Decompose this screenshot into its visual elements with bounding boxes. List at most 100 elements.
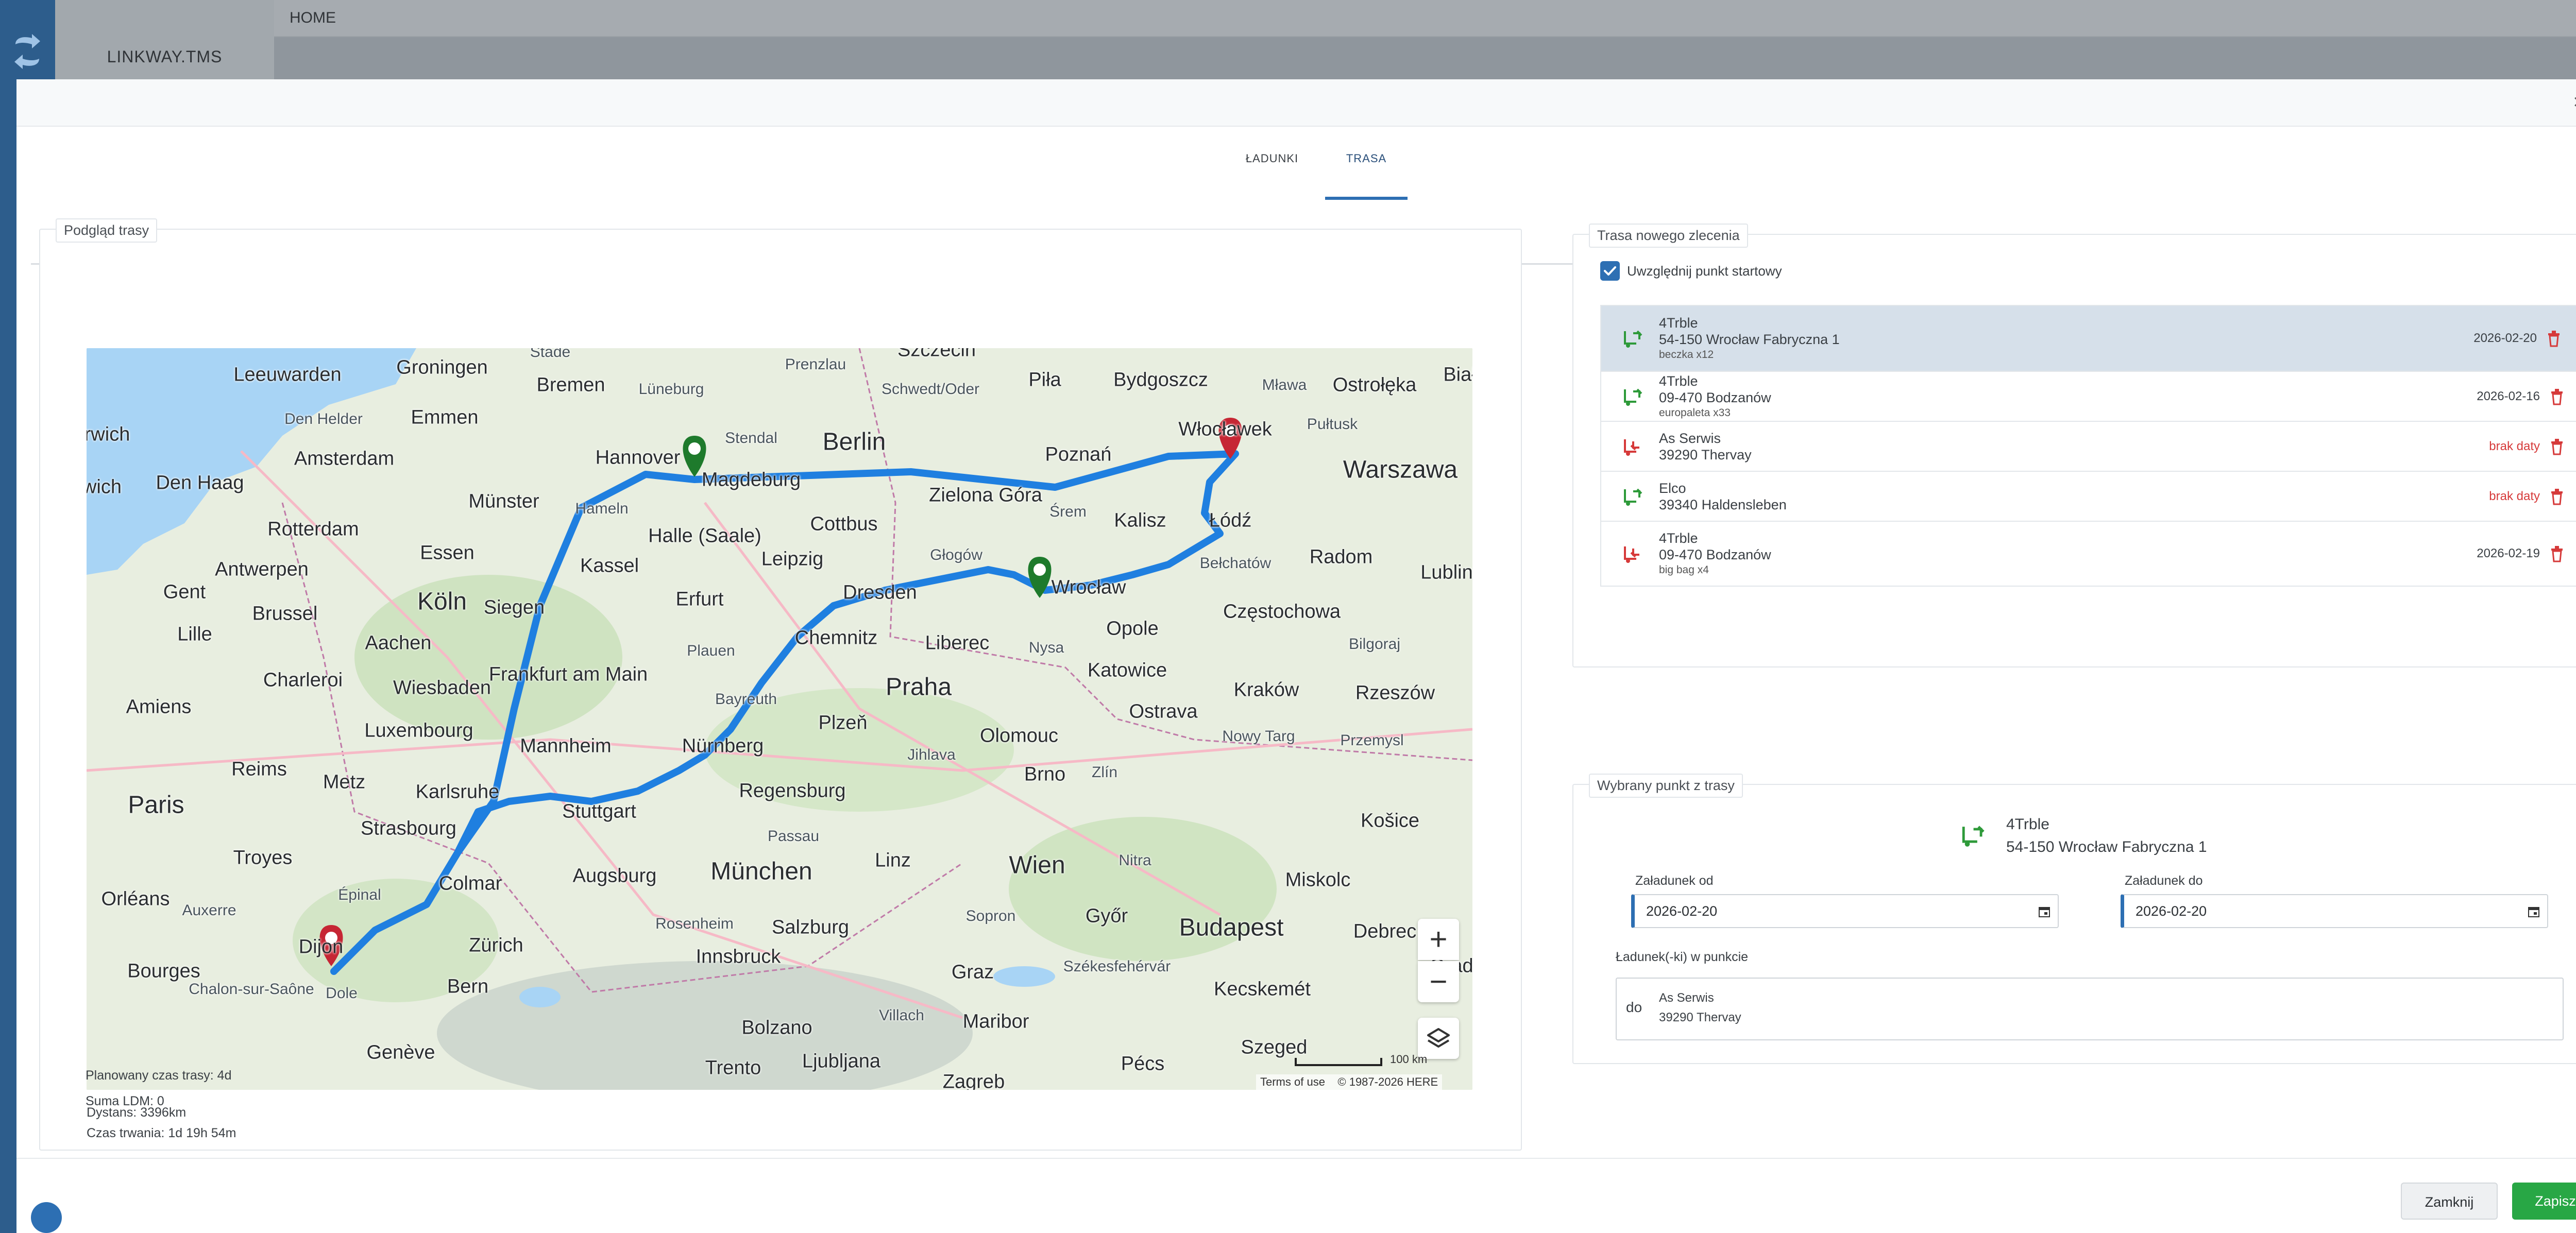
loading-to-input[interactable]: 2026-02-20 xyxy=(2121,894,2548,928)
map-city-label: Ostrava xyxy=(1129,700,1198,723)
unloading-truck-icon xyxy=(1624,546,1639,563)
route-point-cargo: beczka x12 xyxy=(1659,349,1714,361)
checkmark-icon xyxy=(1604,266,1616,276)
map-city-label: Bydgoszcz xyxy=(1113,369,1208,391)
map-city-label: Troyes xyxy=(233,847,293,869)
route-point-name: 4Trble xyxy=(1659,530,1698,546)
trash-icon[interactable] xyxy=(2549,545,2565,562)
map-city-label: Villach xyxy=(879,1007,924,1024)
map-city-label: Opole xyxy=(1106,618,1159,640)
loading-to-label: Załadunek do xyxy=(2125,874,2203,888)
route-points-list: 4Trble 54-150 Wrocław Fabryczna 1 beczka… xyxy=(1600,305,2576,587)
loading-from-input[interactable]: 2026-02-20 xyxy=(1631,894,2059,928)
map-city-label: Przemysl xyxy=(1340,732,1404,749)
loading-truck-icon xyxy=(1624,330,1642,348)
cargo-in-point-box[interactable]: do As Serwis 39290 Thervay xyxy=(1616,978,2564,1040)
map-city-label: Genève xyxy=(366,1041,435,1064)
map-city-label: Łódź xyxy=(1209,509,1252,532)
map-city-label: Radom xyxy=(1309,546,1373,568)
route-point-cargo: europaleta x33 xyxy=(1659,406,1731,419)
map-city-label: Antwerpen xyxy=(215,558,309,580)
calendar-icon[interactable] xyxy=(2528,905,2540,918)
route-point-address: 09-470 Bodzanów xyxy=(1659,547,1771,562)
map-city-label: Trento xyxy=(705,1057,761,1079)
cargo-destination-name: As Serwis xyxy=(1659,991,1714,1005)
map-city-label: Olomouc xyxy=(979,725,1059,747)
zoom-out-button[interactable]: − xyxy=(1418,961,1459,1002)
route-point-date: 2026-02-20 xyxy=(2473,331,2537,345)
settings-gear-icon[interactable] xyxy=(31,1202,62,1233)
map-city-label: Ljubljana xyxy=(802,1050,881,1072)
map-city-label: Lille xyxy=(177,623,212,645)
zoom-in-button[interactable]: + xyxy=(1418,919,1459,960)
map-city-label: Włocławek xyxy=(1178,418,1272,440)
map-city-label: Nitra xyxy=(1118,852,1151,869)
route-map[interactable]: Leeuwarden Groningen Bremen Lüneburg Sta… xyxy=(87,348,1472,1090)
include-start-row[interactable]: Uwzględnij punkt startowy xyxy=(1600,261,1782,281)
tab-trasa[interactable]: TRASA xyxy=(1325,148,1408,200)
map-city-label: Pułtusk xyxy=(1307,416,1358,433)
map-city-label: Dresden xyxy=(843,581,917,604)
cargo-destination-address: 39290 Thervay xyxy=(1659,1011,1741,1024)
loading-to-value: 2026-02-20 xyxy=(2136,903,2207,919)
route-point-item[interactable]: 4Trble 09-470 Bodzanów europaleta x33 20… xyxy=(1601,372,2576,422)
map-city-label: Poznań xyxy=(1045,443,1112,466)
close-icon[interactable]: × xyxy=(2568,91,2576,113)
map-city-label: Dijon xyxy=(298,936,344,958)
include-start-checkbox[interactable] xyxy=(1600,261,1620,281)
lake xyxy=(519,987,561,1007)
trash-icon[interactable] xyxy=(2546,330,2562,347)
close-button[interactable]: Zamknij xyxy=(2401,1183,2498,1220)
route-point-address: 39340 Haldensleben xyxy=(1659,496,1787,512)
map-city-label: Zlín xyxy=(1091,764,1118,781)
save-button[interactable]: Zapisz xyxy=(2512,1183,2576,1220)
map-city-label: Amiens xyxy=(126,696,192,718)
map-city-label: Leipzig xyxy=(761,548,824,570)
route-point-item[interactable]: 4Trble 54-150 Wrocław Fabryczna 1 beczka… xyxy=(1601,306,2576,372)
breadcrumb-home[interactable]: HOME xyxy=(290,9,336,27)
route-point-item[interactable]: Elco 39340 Haldensleben brak daty xyxy=(1601,472,2576,522)
route-preview-legend: Podgląd trasy xyxy=(56,218,158,243)
terms-of-use-link[interactable]: Terms of use xyxy=(1260,1075,1325,1088)
ldm-sum-stat: Suma LDM: 0 xyxy=(86,1094,164,1108)
map-city-label: Leeuwarden xyxy=(233,364,342,386)
map-city-label: Frankfurt am Main xyxy=(488,663,648,686)
map-city-label: Bayreuth xyxy=(715,691,777,708)
map-city-label: Regensburg xyxy=(739,780,846,802)
route-point-address: 09-470 Bodzanów xyxy=(1659,389,1771,405)
map-city-label: Warszawa xyxy=(1343,456,1458,484)
tab-ladunki[interactable]: ŁADUNKI xyxy=(1239,148,1306,200)
calendar-icon[interactable] xyxy=(2038,905,2050,918)
new-order-route-panel: Trasa nowego zlecenia Uwzględnij punkt s… xyxy=(1572,224,2576,667)
lake xyxy=(993,966,1055,987)
map-city-label: Plauen xyxy=(687,642,735,659)
map-city-label: Praha xyxy=(885,673,952,701)
map-city-label: Bilgoraj xyxy=(1348,636,1401,653)
route-point-item[interactable]: As Serwis 39290 Thervay brak daty xyxy=(1601,422,2576,472)
map-city-label: Lüneburg xyxy=(638,381,704,398)
map-city-label: Groningen xyxy=(396,356,488,379)
include-start-label: Uwzględnij punkt startowy xyxy=(1627,263,1782,279)
route-preview-panel: Podgląd trasy Leeuwarden Groningen Breme… xyxy=(39,218,1522,1151)
loading-from-value: 2026-02-20 xyxy=(1646,903,1718,919)
map-city-label: Zielona Góra xyxy=(929,484,1042,506)
map-city-label: Bern xyxy=(447,975,489,998)
loading-truck-icon xyxy=(1962,826,1985,847)
route-modal: × ŁADUNKI TRASA Podgląd trasy xyxy=(16,79,2576,1233)
trash-icon[interactable] xyxy=(2549,388,2565,405)
map-city-label: Lublin xyxy=(1420,561,1472,584)
route-point-item[interactable]: 4Trble 09-470 Bodzanów big bag x4 2026-0… xyxy=(1601,522,2576,586)
route-point-text: 4Trble 09-470 Bodzanów europaleta x33 xyxy=(1659,373,1771,420)
map-city-label: Maribor xyxy=(962,1011,1029,1033)
route-point-name: 4Trble xyxy=(1659,315,1698,331)
map-city-label: Prenzlau xyxy=(785,356,846,373)
map-city-label: Mannheim xyxy=(520,735,612,757)
map-city-label: Colmar xyxy=(438,872,502,895)
app-logo-icon xyxy=(14,34,40,69)
route-point-name: As Serwis xyxy=(1659,430,1721,446)
route-point-date: 2026-02-16 xyxy=(2477,389,2540,403)
map-city-label: Strasbourg xyxy=(361,817,456,840)
trash-icon[interactable] xyxy=(2549,488,2565,505)
trash-icon[interactable] xyxy=(2549,438,2565,455)
unloading-truck-icon xyxy=(1624,439,1639,456)
